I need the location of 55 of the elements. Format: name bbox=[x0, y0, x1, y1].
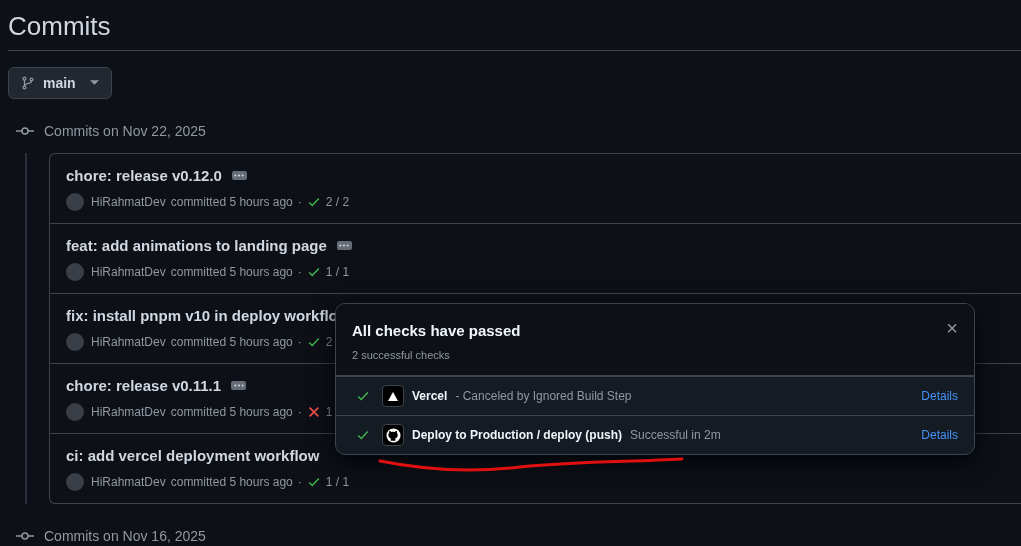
commit-title[interactable]: chore: release v0.12.0 bbox=[66, 167, 222, 184]
avatar[interactable] bbox=[66, 403, 84, 421]
triangle-logo-icon bbox=[382, 385, 404, 407]
separator: · bbox=[297, 195, 302, 209]
commit-title[interactable]: fix: install pnpm v10 in deploy workflo bbox=[66, 307, 338, 324]
author-name[interactable]: HiRahmatDev bbox=[91, 475, 166, 489]
check-count[interactable]: 2 / 2 bbox=[325, 195, 350, 209]
ellipsis-icon bbox=[233, 384, 244, 387]
more-button[interactable] bbox=[231, 381, 247, 390]
check-count[interactable]: 1 bbox=[325, 405, 333, 419]
commit-time: committed 5 hours ago bbox=[170, 195, 293, 209]
separator: · bbox=[297, 265, 302, 279]
popover-subtitle: 2 successful checks bbox=[352, 349, 450, 361]
ellipsis-icon bbox=[339, 244, 350, 247]
more-button[interactable] bbox=[231, 171, 247, 180]
branch-button[interactable]: main bbox=[8, 67, 112, 99]
avatar[interactable] bbox=[66, 473, 84, 491]
commit-title[interactable]: ci: add vercel deployment workflow bbox=[66, 447, 320, 464]
check-count[interactable]: 1 / 1 bbox=[325, 265, 350, 279]
author-name[interactable]: HiRahmatDev bbox=[91, 195, 166, 209]
page-title: Commits bbox=[7, 10, 112, 42]
popover-title: All checks have passed bbox=[352, 322, 521, 339]
details-link[interactable]: Details bbox=[921, 428, 958, 442]
caret-icon bbox=[89, 80, 99, 86]
cat-logo-icon bbox=[382, 424, 404, 446]
branch-icon bbox=[21, 76, 35, 90]
author-name[interactable]: HiRahmatDev bbox=[91, 265, 166, 279]
more-button[interactable] bbox=[336, 241, 352, 250]
separator: · bbox=[297, 335, 302, 349]
commit-icon bbox=[16, 531, 34, 541]
commit-title[interactable]: chore: release v0.11.1 bbox=[66, 377, 222, 394]
avatar[interactable] bbox=[66, 263, 84, 281]
commit-title[interactable]: feat: add animations to landing page bbox=[66, 237, 327, 254]
commit-time: committed 5 hours ago bbox=[170, 335, 293, 349]
author-name[interactable]: HiRahmatDev bbox=[91, 335, 166, 349]
date-heading: Commits on Nov 22, 2025 bbox=[44, 123, 206, 139]
check-name: Deploy to Production / deploy (push) bbox=[412, 428, 622, 442]
details-link[interactable]: Details bbox=[921, 389, 958, 403]
author-name[interactable]: HiRahmatDev bbox=[91, 405, 166, 419]
check-count[interactable]: 1 / 1 bbox=[325, 475, 350, 489]
separator: · bbox=[297, 475, 302, 489]
check-description: - Canceled by Ignored Build Step bbox=[455, 389, 633, 403]
commit-time: committed 5 hours ago bbox=[170, 265, 293, 279]
check-count[interactable]: 2 bbox=[325, 335, 333, 349]
commit-time: committed 5 hours ago bbox=[170, 405, 293, 419]
check-description: Successful in 2m bbox=[630, 428, 722, 442]
avatar[interactable] bbox=[66, 333, 84, 351]
commit-time: committed 5 hours ago bbox=[170, 475, 293, 489]
close-button[interactable]: × bbox=[946, 318, 958, 338]
check-name: Vercel bbox=[412, 389, 448, 403]
date-heading: Commits on Nov 16, 2025 bbox=[44, 528, 206, 544]
ellipsis-icon bbox=[234, 174, 245, 177]
avatar[interactable] bbox=[66, 193, 84, 211]
commit-icon bbox=[16, 126, 34, 136]
separator: · bbox=[297, 405, 302, 419]
